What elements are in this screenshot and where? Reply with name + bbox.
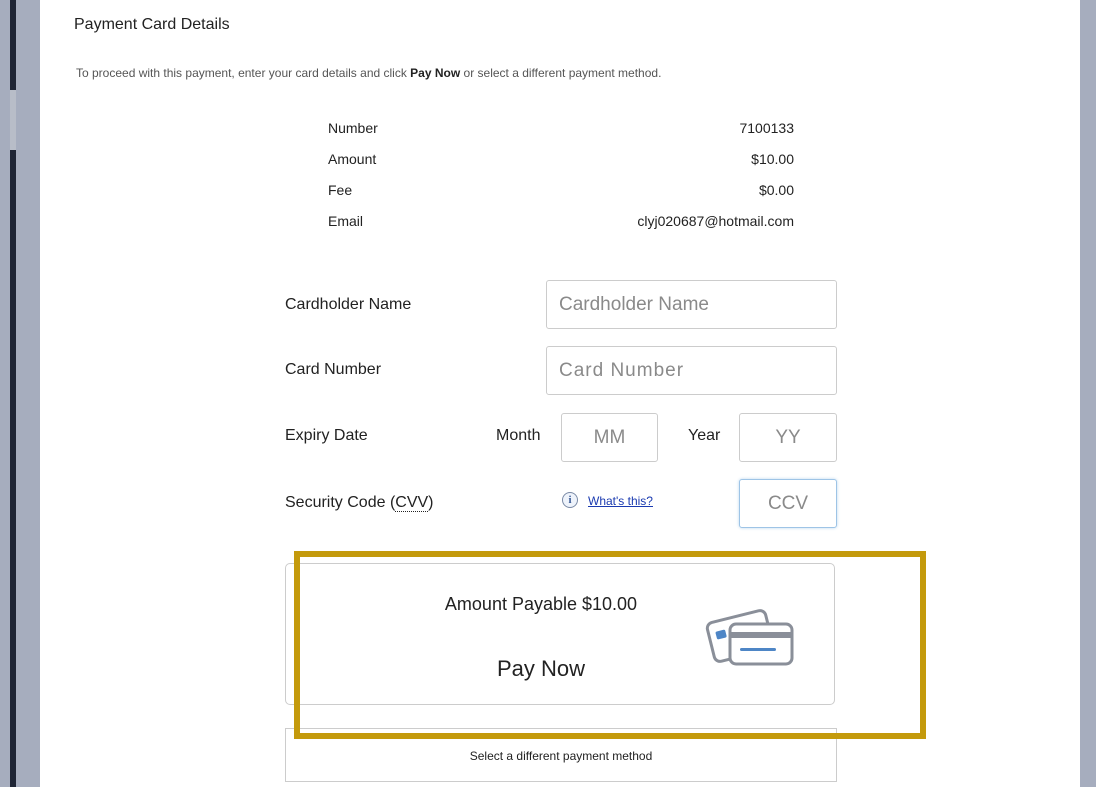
summary-label: Amount bbox=[328, 151, 377, 167]
year-label: Year bbox=[688, 427, 721, 444]
intro-text: To proceed with this payment, enter your… bbox=[76, 66, 661, 80]
pay-now-button[interactable]: Amount Payable $10.00 Pay Now bbox=[285, 563, 835, 705]
summary-row-fee: Fee $0.00 bbox=[328, 180, 794, 211]
left-margin bbox=[0, 0, 40, 787]
different-payment-method-button[interactable]: Select a different payment method bbox=[285, 728, 837, 782]
page-title: Payment Card Details bbox=[74, 16, 230, 33]
cardholder-name-label: Cardholder Name bbox=[285, 296, 412, 313]
payment-panel: Payment Card Details To proceed with thi… bbox=[40, 0, 1080, 787]
intro-text-end: or select a different payment method. bbox=[460, 66, 662, 80]
right-margin bbox=[1080, 0, 1096, 787]
intro-text-start: To proceed with this payment, enter your… bbox=[76, 66, 411, 80]
info-icon[interactable]: i bbox=[562, 492, 578, 508]
card-number-label: Card Number bbox=[285, 361, 382, 378]
security-code-label-close: ) bbox=[428, 494, 434, 511]
summary-label: Fee bbox=[328, 182, 353, 198]
payment-summary: Number 7100133 Amount $10.00 Fee $0.00 E… bbox=[328, 118, 794, 242]
card-number-input[interactable] bbox=[546, 346, 837, 395]
summary-row-email: Email clyj020687@hotmail.com bbox=[328, 211, 794, 242]
summary-label: Number bbox=[328, 120, 378, 136]
summary-value: 7100133 bbox=[739, 120, 794, 136]
summary-value: clyj020687@hotmail.com bbox=[637, 213, 794, 229]
security-code-label-text: Security Code ( bbox=[285, 494, 396, 511]
cvv-abbreviation: CVV bbox=[395, 494, 429, 512]
summary-row-amount: Amount $10.00 bbox=[328, 149, 794, 180]
whats-this-link[interactable]: What's this? bbox=[588, 494, 653, 508]
expiry-year-input[interactable] bbox=[739, 413, 837, 462]
security-code-input[interactable] bbox=[739, 479, 837, 528]
window-edge-highlight bbox=[10, 90, 16, 150]
summary-value: $10.00 bbox=[751, 151, 794, 167]
credit-cards-icon bbox=[705, 609, 794, 666]
expiry-month-input[interactable] bbox=[561, 413, 658, 462]
cardholder-name-input[interactable] bbox=[546, 280, 837, 329]
intro-text-bold: Pay Now bbox=[410, 66, 461, 80]
summary-row-number: Number 7100133 bbox=[328, 118, 794, 149]
expiry-date-label: Expiry Date bbox=[285, 427, 368, 444]
summary-label: Email bbox=[328, 213, 364, 229]
security-code-label: Security Code (CVV) bbox=[285, 494, 434, 512]
month-label: Month bbox=[496, 427, 541, 444]
summary-value: $0.00 bbox=[758, 182, 794, 198]
